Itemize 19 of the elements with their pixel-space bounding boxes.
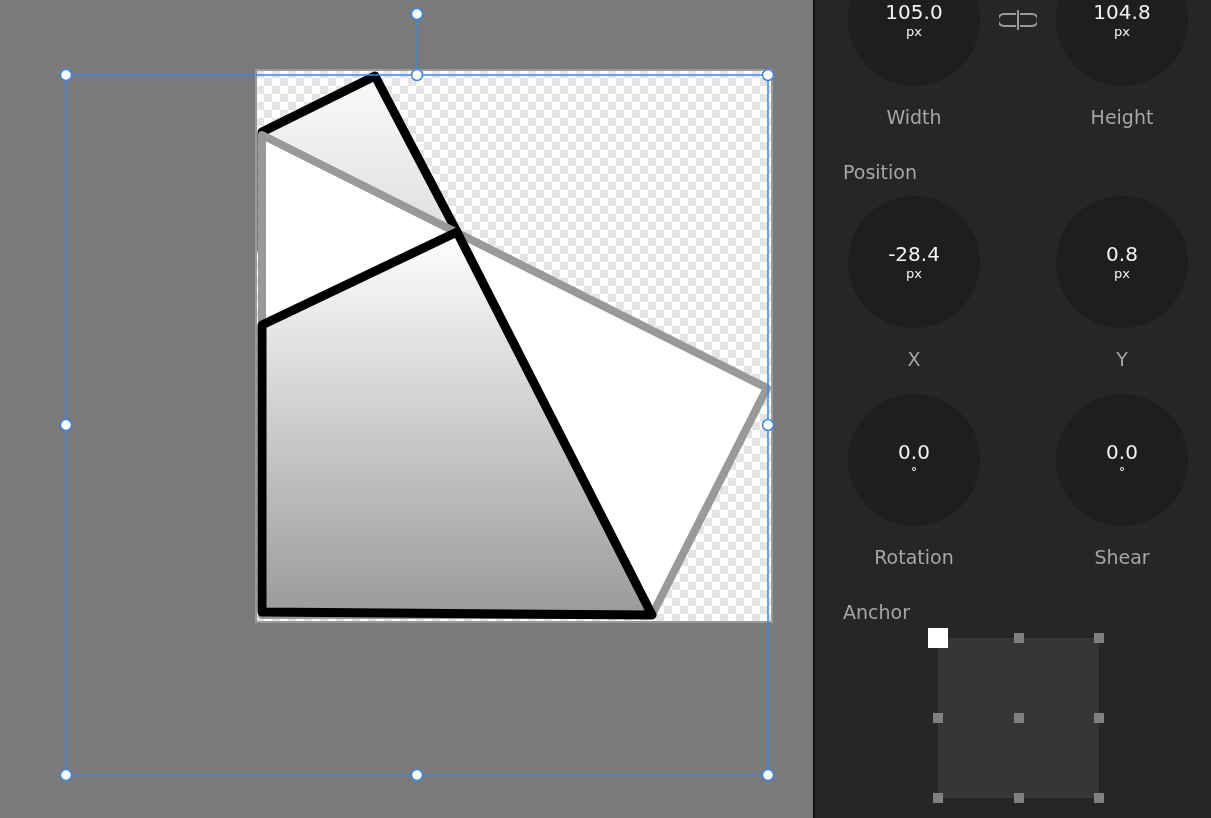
section-heading: Anchor (843, 600, 910, 624)
anchor-point[interactable] (1013, 713, 1024, 723)
value-dial[interactable]: 0.8 px (1056, 196, 1188, 328)
value-dial[interactable]: -28.4 px (848, 196, 980, 328)
anchor-point[interactable] (1013, 793, 1024, 803)
section-heading: Position (843, 160, 917, 184)
link-icon[interactable] (999, 9, 1037, 31)
dial-label: X (907, 347, 921, 371)
dial-label: Shear (1094, 545, 1150, 569)
selection-box[interactable] (59, 7, 775, 782)
value-dial[interactable]: 0.0 ° (848, 394, 980, 526)
dial-label: Y (1116, 347, 1128, 371)
value-dial[interactable]: 105.0 px (848, 0, 980, 86)
value-dial[interactable]: 0.0 ° (1056, 394, 1188, 526)
value-dial[interactable]: 104.8 px (1056, 0, 1188, 86)
dial-label: Width (886, 105, 942, 129)
dial-label: Height (1090, 105, 1154, 129)
anchor-point[interactable] (1013, 633, 1024, 643)
dial-label: Rotation (874, 545, 954, 569)
